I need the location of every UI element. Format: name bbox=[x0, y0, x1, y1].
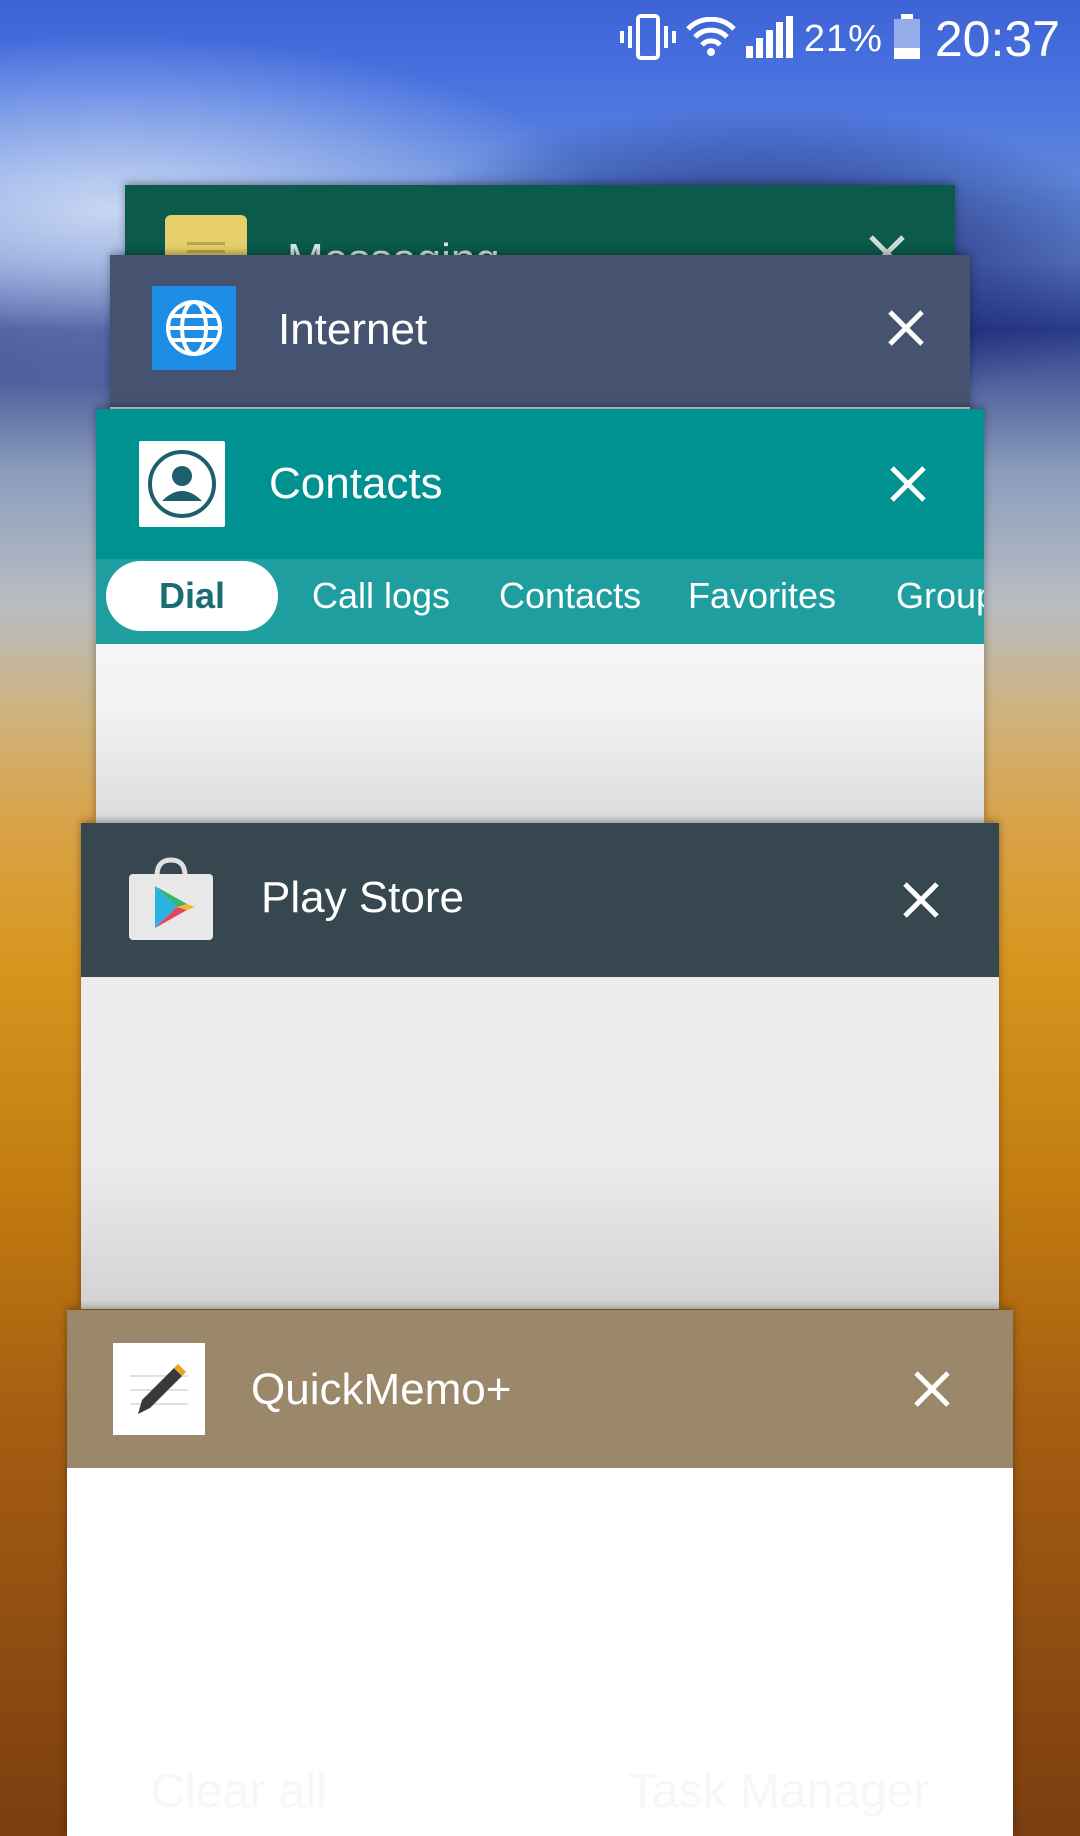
close-play-store-button[interactable] bbox=[893, 872, 949, 928]
recent-app-card-messaging[interactable]: Messaging bbox=[125, 185, 955, 265]
globe-icon bbox=[152, 286, 236, 370]
recent-app-card-internet[interactable]: Internet bbox=[110, 255, 970, 413]
contacts-tab-bar: Dial Call logs Contacts Favorites Groups bbox=[96, 559, 984, 644]
clear-all-button[interactable]: Clear all bbox=[151, 1764, 327, 1819]
card-title-quickmemo: QuickMemo+ bbox=[251, 1365, 512, 1414]
card-title-internet: Internet bbox=[278, 305, 428, 354]
battery-percent: 21% bbox=[803, 17, 883, 60]
tab-contacts[interactable]: Contacts bbox=[499, 575, 641, 617]
recent-app-card-play-store[interactable]: Play Store bbox=[81, 823, 999, 1309]
recents-bottom-actions: Clear all Task Manager bbox=[0, 1746, 1080, 1836]
recent-app-card-contacts[interactable]: Contacts Dial Call logs Contacts Favorit… bbox=[96, 409, 984, 823]
tab-call-logs[interactable]: Call logs bbox=[312, 575, 450, 617]
tab-dial[interactable]: Dial bbox=[106, 561, 278, 631]
clock: 20:37 bbox=[934, 11, 1060, 67]
close-quickmemo-button[interactable] bbox=[904, 1361, 960, 1417]
signal-icon bbox=[745, 15, 794, 63]
status-bar: 21% 20:37 bbox=[0, 0, 1080, 78]
tab-groups[interactable]: Groups bbox=[896, 575, 984, 617]
card-title-play-store: Play Store bbox=[261, 873, 464, 922]
tab-favorites[interactable]: Favorites bbox=[688, 575, 836, 617]
wifi-icon bbox=[686, 16, 736, 62]
close-internet-button[interactable] bbox=[878, 300, 934, 356]
task-manager-button[interactable]: Task Manager bbox=[628, 1764, 929, 1819]
card-title-contacts: Contacts bbox=[269, 459, 443, 508]
battery-icon bbox=[893, 13, 921, 65]
contact-person-icon bbox=[139, 441, 225, 527]
pencil-icon bbox=[113, 1343, 205, 1435]
play-store-icon bbox=[129, 856, 213, 940]
close-contacts-button[interactable] bbox=[880, 456, 936, 512]
vibrate-icon bbox=[619, 13, 676, 65]
